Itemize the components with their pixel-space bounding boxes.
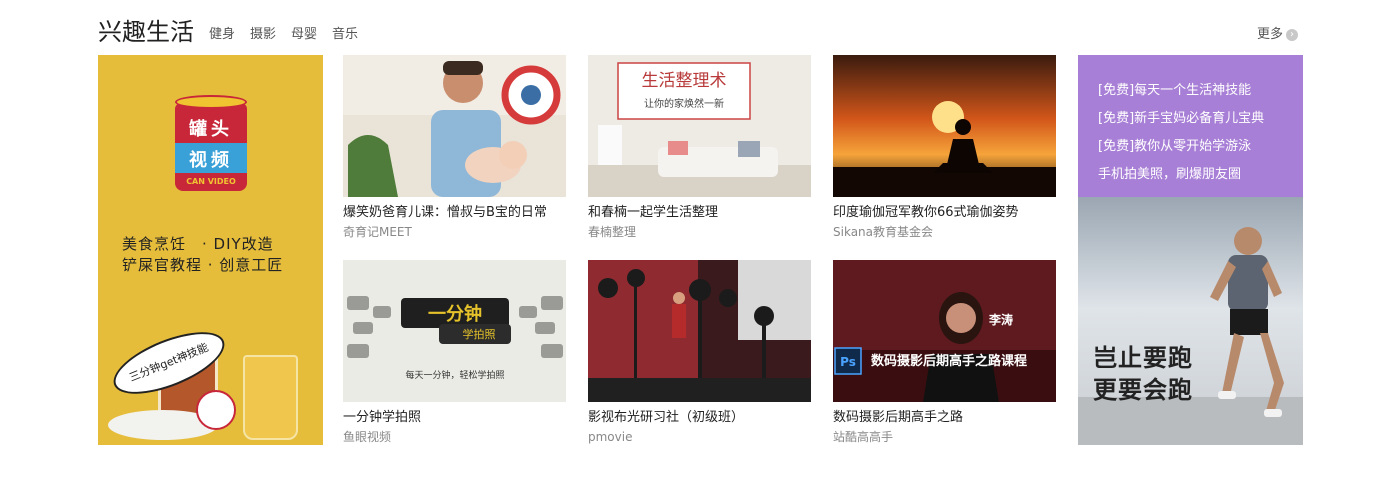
tab-parenting[interactable]: 母婴: [291, 26, 317, 44]
course-thumbnail[interactable]: 生活整理术 让你的家焕然一新: [588, 55, 811, 197]
course-author[interactable]: 鱼眼视频: [343, 429, 391, 445]
course-thumbnail[interactable]: 李涛 Ps 数码摄影后期高手之路课程: [833, 260, 1056, 402]
course-thumbnail[interactable]: [343, 55, 566, 197]
photoshop-icon: Ps: [840, 355, 856, 369]
course-thumbnail[interactable]: [588, 260, 811, 402]
course-thumbnail[interactable]: 一分钟 学拍照 每天一分钟，轻松学拍照: [343, 260, 566, 402]
thumb-overlay-subtitle: 学拍照: [463, 327, 496, 341]
runner-illustration: [1078, 227, 1303, 445]
category-tabs: 健身 摄影 母婴 音乐: [209, 26, 358, 44]
thumb-overlay-title: 生活整理术: [642, 71, 727, 91]
section-header: 兴趣生活 健身 摄影 母婴 音乐 更多 ›: [98, 14, 1303, 50]
course-title[interactable]: 和春楠一起学生活整理: [588, 204, 828, 222]
course-author[interactable]: 站酷高高手: [833, 429, 893, 445]
promo-list: [免费]每天一个生活神技能 [免费]新手宝妈必备育儿宝典 [免费]教你从零开始学…: [1098, 77, 1264, 189]
more-label: 更多: [1256, 27, 1283, 42]
course-title[interactable]: 一分钟学拍照: [343, 409, 583, 427]
ad-slogan-line2: 更要会跑: [1093, 376, 1193, 404]
course-thumbnail[interactable]: [833, 55, 1056, 197]
can-video-banner[interactable]: 罐头 视频 CAN VIDEO 美食烹饪 · DIY改造 铲屎官教程 · 创意工…: [98, 55, 323, 445]
chevron-right-icon: ›: [1286, 29, 1298, 41]
right-banner: [免费]每天一个生活神技能 [免费]新手宝妈必备育儿宝典 [免费]教你从零开始学…: [1078, 55, 1303, 445]
can-video-logo: 罐头 视频 CAN VIDEO: [175, 95, 247, 195]
section-title: 兴趣生活: [98, 18, 194, 46]
can-badge-icon: [196, 390, 236, 430]
course-title[interactable]: 印度瑜伽冠军教你66式瑜伽姿势: [833, 204, 1073, 222]
glass-illustration: [243, 355, 298, 440]
thumb-overlay-subtitle: 让你的家焕然一新: [644, 97, 724, 110]
thumb-overlay-title: 数码摄影后期高手之路课程: [871, 353, 1027, 369]
running-ad-banner[interactable]: [1078, 197, 1303, 445]
thumb-overlay-caption: 每天一分钟，轻松学拍照: [405, 369, 504, 381]
tab-photography[interactable]: 摄影: [250, 26, 276, 44]
course-author[interactable]: 春楠整理: [588, 224, 636, 240]
promo-link[interactable]: [免费]每天一个生活神技能: [1098, 77, 1264, 105]
course-author[interactable]: 奇育记MEET: [343, 224, 412, 240]
course-author[interactable]: pmovie: [588, 429, 632, 445]
tab-fitness[interactable]: 健身: [209, 26, 235, 44]
thumb-overlay-title: 一分钟: [428, 303, 482, 325]
ad-slogan-line1: 岂止要跑: [1093, 344, 1193, 372]
course-title[interactable]: 数码摄影后期高手之路: [833, 409, 1073, 427]
course-title[interactable]: 影视布光研习社（初级班）: [588, 409, 828, 427]
course-author[interactable]: Sikana教育基金会: [833, 224, 933, 240]
course-title[interactable]: 爆笑奶爸育儿课：憎叔与B宝的日常: [343, 204, 583, 222]
promo-link[interactable]: [免费]教你从零开始学游泳: [1098, 133, 1264, 161]
thumb-overlay-subtitle: 李涛: [988, 312, 1013, 327]
banner-categories-line1: 美食烹饪 · DIY改造: [122, 235, 274, 253]
more-link[interactable]: 更多 ›: [1257, 26, 1298, 44]
free-course-promo: [免费]每天一个生活神技能 [免费]新手宝妈必备育儿宝典 [免费]教你从零开始学…: [1078, 55, 1303, 197]
banner-categories-line2: 铲屎官教程 · 创意工匠: [122, 256, 284, 274]
promo-link[interactable]: 手机拍美照，刷爆朋友圈: [1098, 161, 1264, 189]
tab-music[interactable]: 音乐: [332, 26, 358, 44]
promo-link[interactable]: [免费]新手宝妈必备育儿宝典: [1098, 105, 1264, 133]
